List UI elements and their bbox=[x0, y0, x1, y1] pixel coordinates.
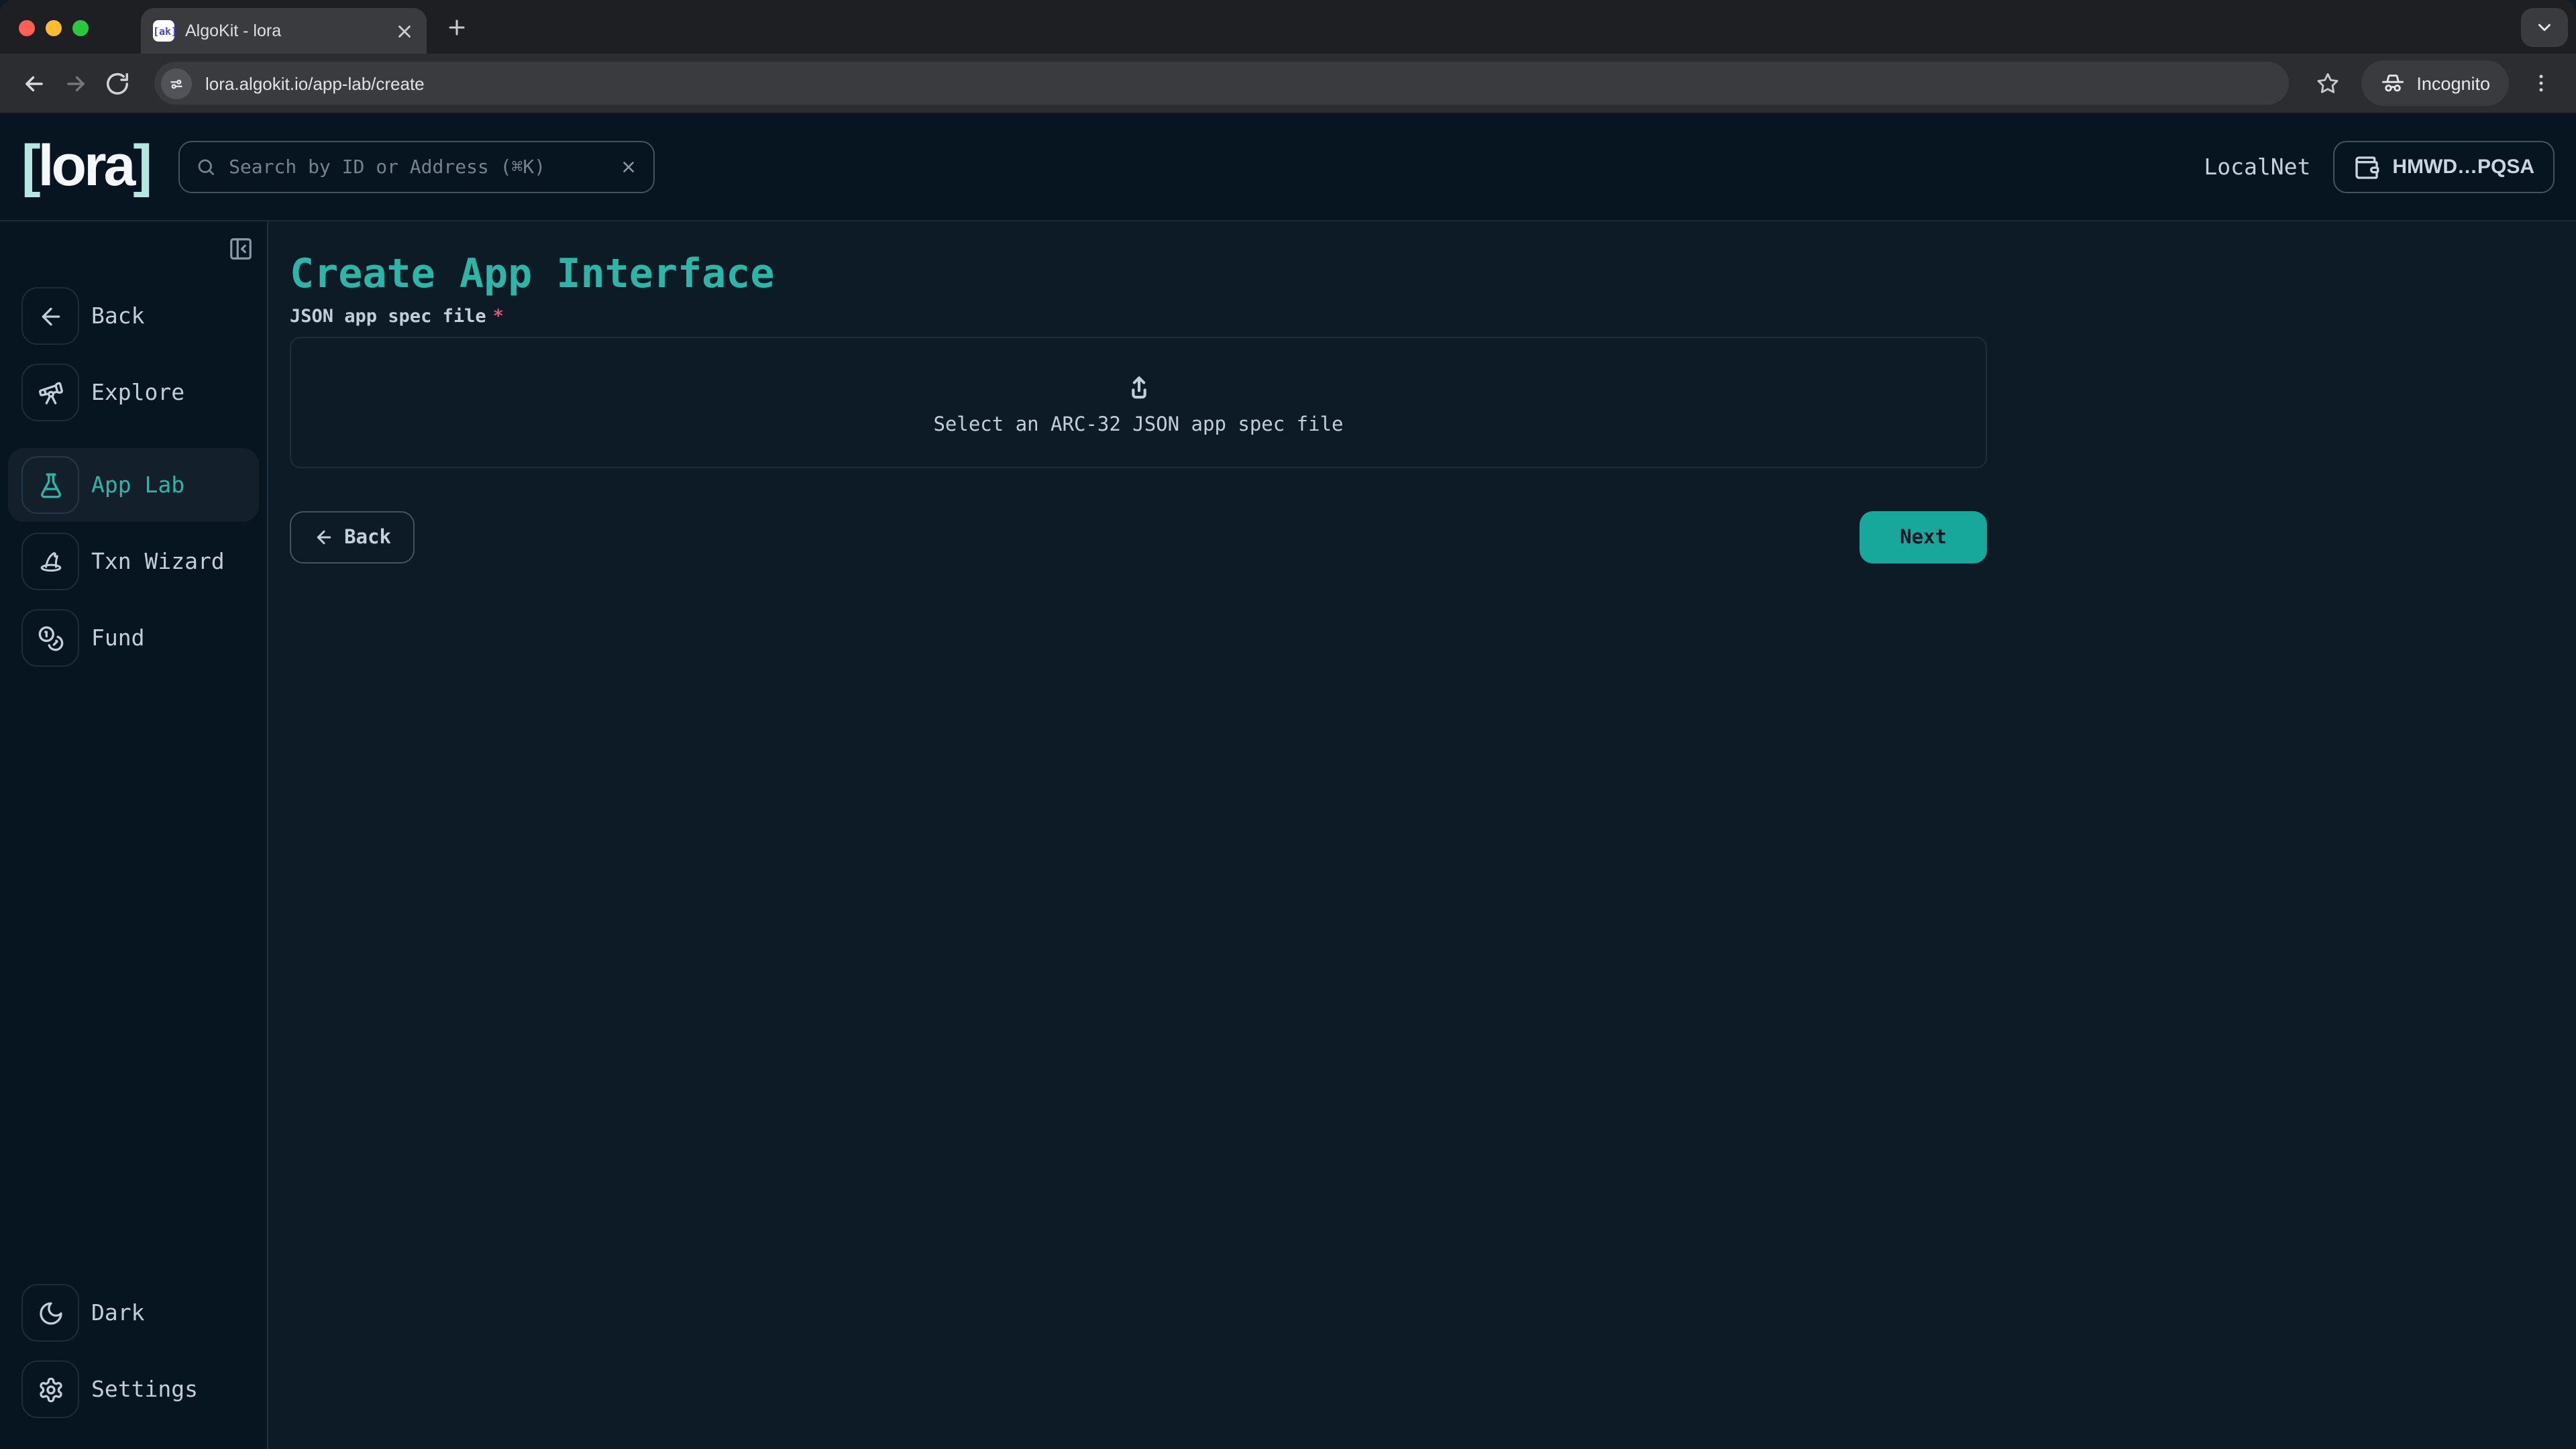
sidebar-item-label: Dark bbox=[91, 1300, 145, 1326]
sidebar-item-label: Fund bbox=[91, 625, 145, 651]
fund-icon-tile bbox=[21, 609, 79, 667]
logo-text: lora bbox=[38, 134, 133, 199]
new-tab-button[interactable] bbox=[445, 16, 468, 39]
close-window-button[interactable] bbox=[19, 20, 35, 36]
incognito-icon bbox=[2380, 70, 2406, 96]
bookmark-star-icon[interactable] bbox=[2316, 71, 2340, 95]
sidebar: Back Explore App Lab bbox=[0, 221, 268, 1449]
sidebar-item-label: Settings bbox=[91, 1377, 198, 1402]
url-text: lora.algokit.io/app-lab/create bbox=[205, 73, 425, 93]
sidebar-item-theme-dark[interactable]: Dark bbox=[8, 1276, 259, 1350]
search-box[interactable] bbox=[178, 141, 654, 193]
search-clear-icon[interactable] bbox=[619, 158, 637, 176]
browser-back-button[interactable] bbox=[21, 70, 47, 96]
next-button-label: Next bbox=[1900, 527, 1947, 548]
browser-forward-button[interactable] bbox=[63, 70, 89, 96]
tab-search-button[interactable] bbox=[2521, 8, 2568, 47]
browser-tab[interactable]: [ak] AlgoKit - lora bbox=[141, 8, 427, 54]
browser-toolbar: lora.algokit.io/app-lab/create Incognito bbox=[0, 54, 2576, 114]
incognito-label: Incognito bbox=[2416, 73, 2490, 93]
telescope-icon bbox=[37, 379, 64, 406]
browser-menu-button[interactable] bbox=[2530, 72, 2552, 94]
browser-reload-button[interactable] bbox=[105, 70, 130, 96]
main-content: Create App Interface JSON app spec file *… bbox=[268, 221, 2576, 1449]
search-input[interactable] bbox=[226, 155, 608, 179]
app-lab-icon-tile bbox=[21, 456, 79, 514]
sidebar-nav: Back Explore App Lab bbox=[0, 279, 267, 675]
tune-icon bbox=[168, 74, 185, 92]
field-label-text: JSON app spec file bbox=[290, 306, 486, 329]
page-title: Create App Interface bbox=[290, 251, 2576, 299]
logo-bracket-left: [ bbox=[21, 134, 38, 199]
wallet-icon bbox=[2353, 154, 2380, 180]
macos-window-controls bbox=[19, 20, 89, 36]
wizard-footer: Back Next bbox=[290, 511, 1987, 564]
sidebar-item-txn-wizard[interactable]: Txn Wizard bbox=[8, 525, 259, 598]
search-icon bbox=[195, 157, 215, 177]
maximize-window-button[interactable] bbox=[72, 20, 89, 36]
back-button[interactable]: Back bbox=[290, 511, 415, 564]
tab-title: AlgoKit - lora bbox=[185, 21, 386, 40]
lora-logo[interactable]: [lora] bbox=[21, 138, 150, 196]
wizard-hat-icon bbox=[37, 548, 64, 575]
moon-icon bbox=[37, 1299, 64, 1326]
theme-icon-tile bbox=[21, 1284, 79, 1342]
flask-icon bbox=[37, 472, 64, 498]
gear-icon bbox=[37, 1376, 64, 1403]
chevron-down-icon bbox=[2534, 17, 2555, 38]
app-header: [lora] LocalNet HMWD…PQSA bbox=[0, 114, 2576, 221]
settings-icon-tile bbox=[21, 1360, 79, 1418]
sidebar-item-label: Explore bbox=[91, 380, 184, 405]
sidebar-item-app-lab[interactable]: App Lab bbox=[8, 448, 259, 522]
arrow-left-icon bbox=[313, 527, 333, 547]
back-button-label: Back bbox=[344, 527, 391, 548]
dropzone-text: Select an ARC-32 JSON app spec file bbox=[933, 414, 1343, 435]
tab-strip: [ak] AlgoKit - lora bbox=[0, 0, 2576, 54]
field-label: JSON app spec file * bbox=[290, 306, 2576, 329]
network-label: LocalNet bbox=[2204, 154, 2310, 180]
address-bar[interactable]: lora.algokit.io/app-lab/create bbox=[154, 62, 2289, 105]
browser-window: [ak] AlgoKit - lora lora.algokit.io/app-… bbox=[0, 0, 2576, 1449]
back-icon-tile bbox=[21, 287, 79, 345]
wallet-button[interactable]: HMWD…PQSA bbox=[2333, 141, 2555, 193]
upload-icon bbox=[1121, 370, 1156, 405]
file-dropzone[interactable]: Select an ARC-32 JSON app spec file bbox=[290, 337, 1987, 468]
sidebar-item-label: Back bbox=[91, 303, 145, 329]
coins-icon bbox=[37, 625, 64, 651]
tab-close-icon[interactable] bbox=[394, 21, 415, 41]
txn-wizard-icon-tile bbox=[21, 533, 79, 590]
required-asterisk: * bbox=[493, 306, 504, 329]
sidebar-bottom: Dark Settings bbox=[0, 1276, 267, 1426]
explore-icon-tile bbox=[21, 364, 79, 421]
sidebar-item-fund[interactable]: Fund bbox=[8, 601, 259, 675]
sidebar-item-label: App Lab bbox=[91, 472, 184, 498]
sidebar-item-back[interactable]: Back bbox=[8, 279, 259, 353]
logo-bracket-right: ] bbox=[133, 134, 150, 199]
tab-favicon: [ak] bbox=[153, 20, 174, 42]
next-button[interactable]: Next bbox=[1860, 511, 1987, 564]
sidebar-collapse-icon[interactable] bbox=[228, 236, 254, 262]
minimize-window-button[interactable] bbox=[46, 20, 62, 36]
arrow-left-icon bbox=[37, 303, 64, 329]
wallet-address: HMWD…PQSA bbox=[2392, 156, 2534, 178]
sidebar-item-explore[interactable]: Explore bbox=[8, 356, 259, 429]
incognito-badge: Incognito bbox=[2361, 60, 2509, 106]
sidebar-item-settings[interactable]: Settings bbox=[8, 1352, 259, 1426]
sidebar-item-label: Txn Wizard bbox=[91, 549, 225, 574]
site-settings-button[interactable] bbox=[161, 68, 192, 99]
